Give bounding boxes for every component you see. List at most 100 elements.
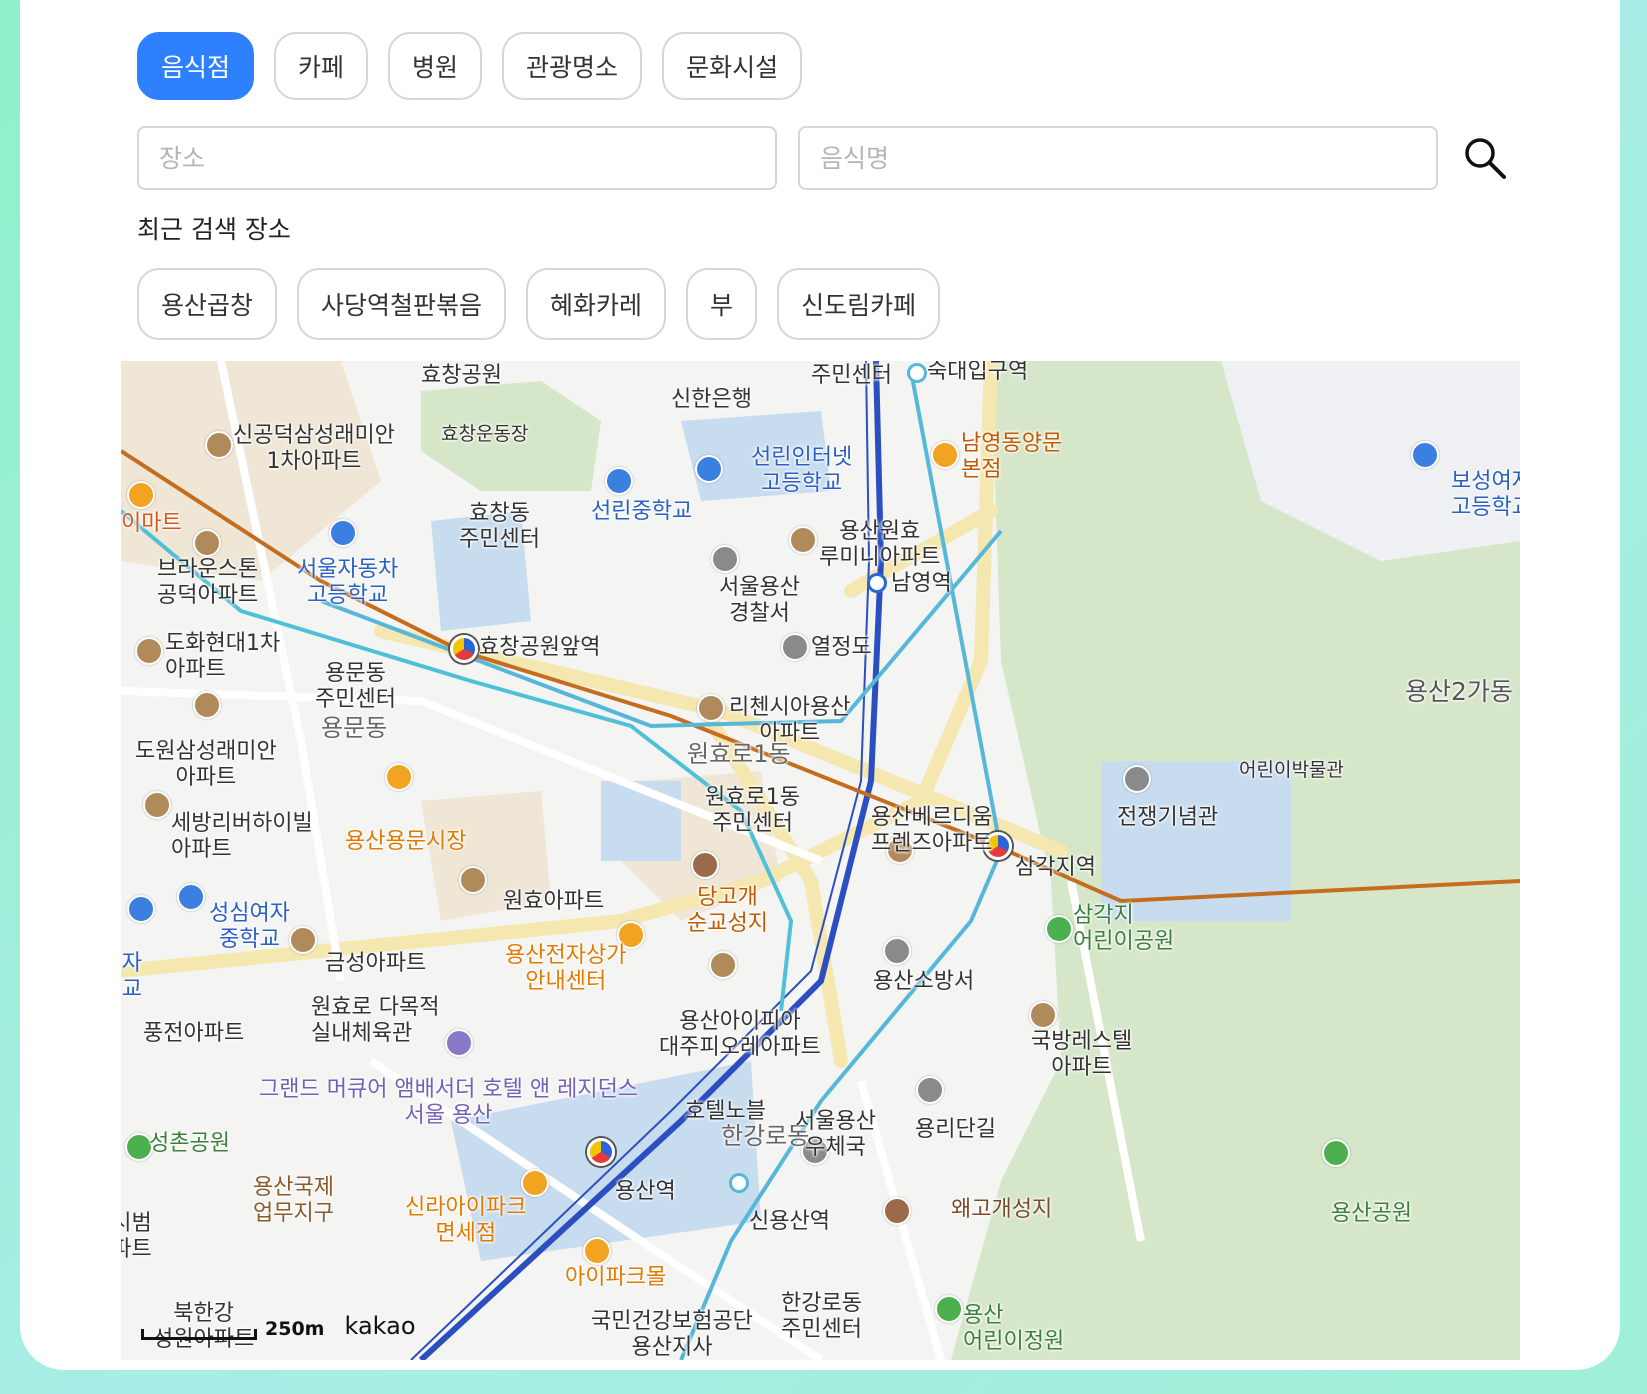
map-label: 서울용산 경찰서 — [719, 575, 800, 626]
station-marker[interactable] — [907, 363, 927, 383]
school-icon — [127, 895, 155, 923]
map-label: 신한은행 — [671, 387, 752, 412]
station-marker[interactable] — [867, 573, 887, 593]
map-label: 용산전자상가 안내센터 — [505, 943, 627, 994]
restaurant-icon — [931, 441, 959, 469]
flag-icon — [916, 1076, 944, 1104]
map-label: 용산2가동 — [1405, 677, 1513, 706]
station-marker[interactable] — [729, 1173, 749, 1193]
map-label: 브라운스톤 공덕아파트 — [157, 557, 259, 608]
school-icon — [329, 519, 357, 547]
category-tabs: 음식점 카페 병원 관광명소 문화시설 — [137, 32, 803, 100]
apartment-icon — [1029, 1001, 1057, 1029]
apartment-icon — [193, 691, 221, 719]
map-label: 남영동양문 본점 — [961, 431, 1063, 482]
government-icon — [1123, 765, 1151, 793]
map-scale: 250m kakao — [141, 1312, 416, 1340]
map-label: 용리단길 — [915, 1117, 996, 1142]
map-label: 세방리버하이빌 아파트 — [171, 811, 313, 862]
map-label: 원효로1동 주민센터 — [705, 785, 800, 836]
apartment-icon — [205, 431, 233, 459]
apartment-icon — [789, 526, 817, 554]
recent-item[interactable]: 신도림카페 — [777, 268, 941, 340]
map-label: 용산원효 루미니아파트 — [819, 519, 941, 570]
shop-icon — [385, 763, 413, 791]
map-label: 국민건강보험공단 용산지사 — [591, 1309, 753, 1360]
government-icon — [711, 545, 739, 573]
map-label: 남영역 — [891, 571, 952, 596]
map-label: 전쟁기념관 — [1117, 805, 1219, 830]
map-label: 용산용문시장 — [345, 829, 467, 854]
map-label: 용문동 — [321, 714, 388, 742]
map-label: 아이파크몰 — [565, 1265, 667, 1290]
apartment-icon — [709, 951, 737, 979]
recent-item[interactable]: 혜화카레 — [526, 268, 667, 340]
recent-item[interactable]: 부 — [686, 268, 758, 340]
school-icon — [695, 455, 723, 483]
map-label: 풍전아파트 — [143, 1021, 245, 1046]
map-label: 당고개 순교성지 — [687, 885, 768, 936]
fire-station-icon — [883, 937, 911, 965]
hotel-icon — [445, 1029, 473, 1057]
apartment-icon — [143, 791, 171, 819]
category-cafe[interactable]: 카페 — [274, 32, 369, 100]
map-label: 성심여자 중학교 — [209, 901, 290, 952]
map-label: 용산소방서 — [873, 969, 975, 994]
map-label: 서울용산 우체국 — [795, 1109, 876, 1160]
category-restaurant[interactable]: 음식점 — [137, 32, 255, 100]
station-marker[interactable] — [450, 635, 478, 663]
map-label: 왜고개성지 — [951, 1197, 1053, 1222]
search-icon — [1465, 138, 1506, 179]
map-label: 숙대입구역 — [927, 361, 1029, 384]
apartment-icon — [459, 866, 487, 894]
park-icon — [935, 1295, 963, 1323]
map-label: 신용산역 — [749, 1209, 830, 1234]
map-label: 용산역 — [615, 1179, 676, 1204]
park-icon — [1322, 1139, 1350, 1167]
recent-item[interactable]: 사당역철판볶음 — [297, 268, 507, 340]
map-label: 한강로동 주민센터 — [781, 1291, 862, 1342]
map-label: 이마트 — [121, 511, 182, 536]
school-icon — [177, 883, 205, 911]
map-label: 주민센터 — [811, 363, 892, 388]
map-view[interactable]: 효창공원 주민센터 숙대입구역 신한은행 신공덕삼성래미안 1차아파트 효창운동… — [121, 361, 1520, 1360]
map-label: 효창운동장 — [441, 423, 529, 445]
map-label: 국방레스텔 아파트 — [1031, 1029, 1133, 1080]
map-label: 도화현대1차 아파트 — [165, 631, 281, 682]
map-label: 용산아이피아 대주피오레아파트 — [659, 1009, 821, 1060]
search-bar — [137, 126, 1509, 190]
map-label: 효창동 주민센터 — [459, 501, 540, 552]
search-button[interactable] — [1461, 126, 1509, 190]
category-attraction[interactable]: 관광명소 — [502, 32, 643, 100]
station-marker[interactable] — [587, 1138, 615, 1166]
flag-icon — [781, 633, 809, 661]
map-label: 보성여자 고등학교 — [1451, 469, 1520, 520]
map-label: 열정도 — [811, 635, 872, 660]
scale-bar — [141, 1329, 257, 1340]
category-culture[interactable]: 문화시설 — [662, 32, 803, 100]
map-label: 용산 어린이정원 — [963, 1303, 1065, 1354]
recent-list: 용산곱창 사당역철판볶음 혜화카레 부 신도림카페 — [137, 268, 941, 340]
map-label: 차시범 아파트 — [121, 1211, 152, 1262]
map-label: 어린이박물관 — [1239, 759, 1344, 781]
map-label: 도원삼성래미안 아파트 — [135, 739, 277, 790]
shop-icon — [521, 1169, 549, 1197]
kakao-logo[interactable]: kakao — [344, 1312, 415, 1340]
apartment-icon — [289, 926, 317, 954]
historic-site-icon — [883, 1197, 911, 1225]
map-label: 용문동 주민센터 — [315, 661, 396, 712]
school-icon — [605, 467, 633, 495]
map-label: 삼각지 어린이공원 — [1073, 903, 1175, 954]
recent-item[interactable]: 용산곱창 — [137, 268, 278, 340]
map-label: 그랜드 머큐어 앰배서더 호텔 앤 레지던스 서울 용산 — [259, 1077, 639, 1128]
map-label: 용산베르디움 프렌즈아파트 — [871, 805, 993, 856]
food-input[interactable] — [798, 126, 1438, 190]
map-label: 성심여자 고등학교 — [121, 951, 142, 1002]
apartment-icon — [135, 637, 163, 665]
category-hospital[interactable]: 병원 — [388, 32, 483, 100]
map-label: 용산국제 업무지구 — [253, 1175, 334, 1226]
apartment-icon — [697, 694, 725, 722]
shop-icon — [127, 481, 155, 509]
place-input[interactable] — [137, 126, 777, 190]
map-label: 신공덕삼성래미안 1차아파트 — [233, 423, 395, 474]
